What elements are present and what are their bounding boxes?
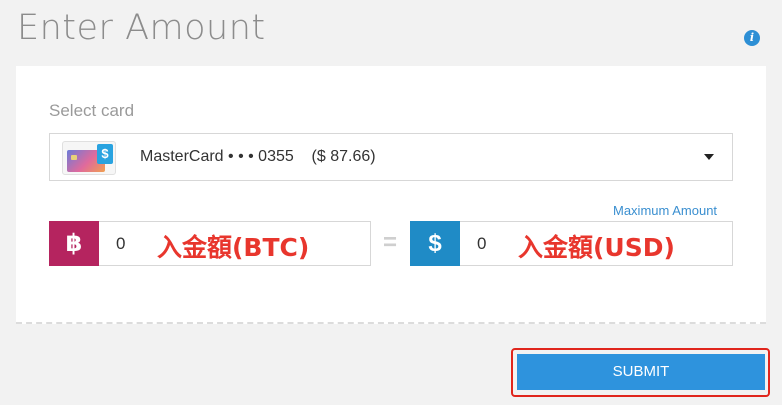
selected-card-text: MasterCard • • • 0355 ($ 87.66)	[140, 148, 376, 165]
amount-form-panel: Select card $ MasterCard • • • 0355 ($ 8…	[16, 66, 766, 324]
btc-annotation: 入金額(BTC)	[157, 233, 310, 262]
info-icon[interactable]: i	[744, 30, 760, 46]
credit-card-icon: $	[62, 141, 116, 175]
maximum-amount-link[interactable]: Maximum Amount	[613, 203, 717, 218]
bitcoin-icon: ฿	[49, 221, 99, 266]
card-select-dropdown[interactable]: $ MasterCard • • • 0355 ($ 87.66)	[49, 133, 733, 181]
submit-button[interactable]: SUBMIT	[517, 354, 765, 390]
chevron-down-icon[interactable]	[704, 154, 714, 160]
page-title: Enter Amount	[17, 8, 266, 48]
equals-sign: =	[383, 229, 398, 256]
select-card-label: Select card	[49, 101, 135, 120]
usd-amount-field[interactable]: $ 入金額(USD)	[410, 221, 733, 266]
btc-amount-field[interactable]: ฿ 入金額(BTC)	[49, 221, 371, 266]
dollar-icon: $	[410, 221, 460, 266]
usd-annotation: 入金額(USD)	[518, 233, 675, 262]
